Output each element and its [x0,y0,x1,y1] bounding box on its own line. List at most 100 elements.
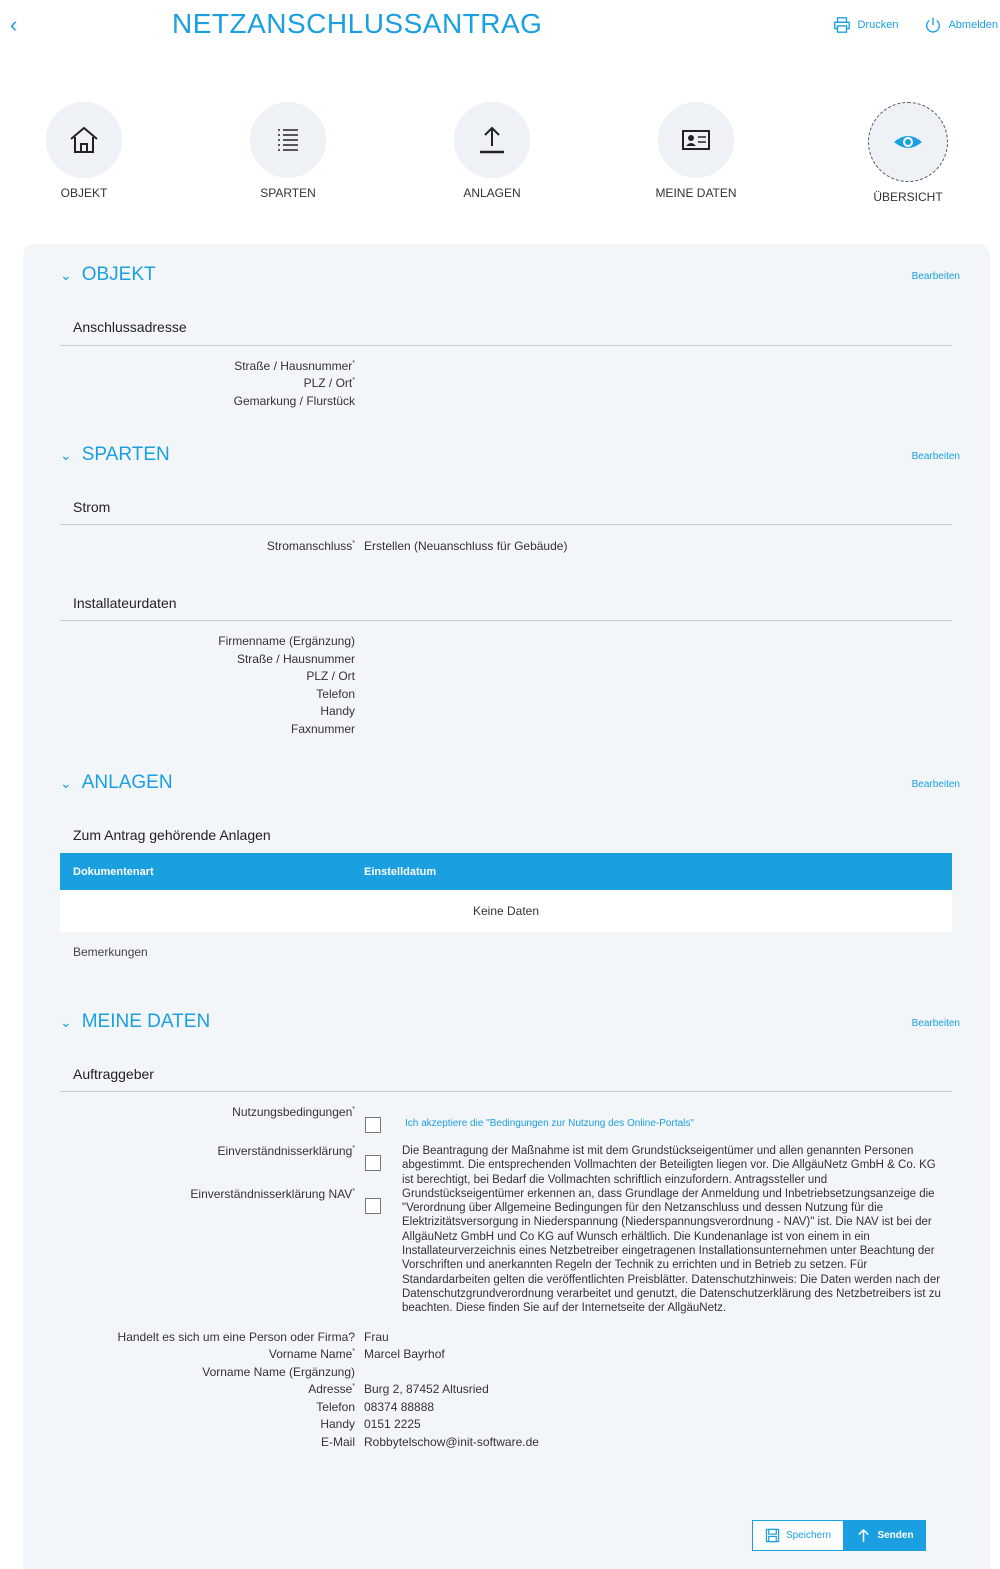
step-label: ÜBERSICHT [873,190,943,204]
section-title: ANLAGEN [81,772,173,793]
field-label: Vorname Name (Ergänzung) [202,1365,355,1379]
field-label: Nutzungsbedingungen* [232,1105,355,1119]
terms-link[interactable]: Ich akzeptiere die "Bedingungen zur Nutz… [405,1118,694,1129]
field-label: Stromanschluss* [266,539,355,553]
field-label: Telefon [316,687,355,701]
action-buttons: Speichern Senden [752,1520,926,1551]
chevron-down-icon: ⌄ [60,446,72,463]
terms-checkbox[interactable] [365,1117,381,1133]
step-meine-daten[interactable]: MEINE DATEN [636,102,756,200]
field-label: Firmenname (Ergänzung) [218,634,355,648]
field-label: Handelt es sich um eine Person oder Firm… [117,1330,355,1344]
section-title: OBJEKT [81,264,156,285]
field-label: Adresse* [308,1382,355,1396]
section-title: MEINE DATEN [81,1011,211,1032]
printer-icon [834,17,851,33]
chevron-down-icon: ⌄ [60,774,72,791]
field-label: E-Mail [320,1435,355,1449]
home-icon [70,126,98,153]
step-label: MEINE DATEN [655,186,737,200]
edit-meine-daten-link[interactable]: Bearbeiten [912,1018,960,1029]
divider [60,1091,952,1092]
chevron-down-icon: ⌄ [60,1013,72,1030]
section-title: SPARTEN [81,444,170,465]
back-chevron-icon[interactable]: ‹ [10,12,17,38]
step-navigation: OBJEKT SPARTEN ANLAGEN MEINE DATEN ÜBERS… [0,102,1000,204]
field-label: Telefon [316,1400,355,1414]
header-actions: Drucken Abmelden [833,16,998,34]
divider [60,524,952,525]
subsection-title: Anschlussadresse [73,319,187,335]
step-circle [250,102,326,178]
field-value: Frau [364,1330,389,1344]
section-sparten-toggle[interactable]: ⌄ SPARTEN [60,444,170,466]
page-title: NETZANSCHLUSSANTRAG [172,8,543,39]
field-value: Robbytelschow@init-software.de [364,1435,539,1449]
arrow-up-icon [858,1528,870,1543]
edit-sparten-link[interactable]: Bearbeiten [912,451,960,462]
field-label: PLZ / Ort* [303,376,355,390]
subsection-title: Installateurdaten [73,595,177,611]
divider [60,620,952,621]
send-label: Senden [877,1530,914,1541]
id-card-icon [682,130,710,150]
print-button[interactable]: Drucken [833,16,898,34]
save-label: Speichern [785,1530,832,1541]
table-header: Dokumentenart Einstelldatum [60,853,952,890]
step-objekt[interactable]: OBJEKT [24,102,144,200]
table-empty-row: Keine Daten [60,890,952,932]
step-label: SPARTEN [260,186,316,200]
subsection-title: Auftraggeber [73,1066,154,1082]
field-label: Einverständnisserklärung NAV* [190,1187,355,1201]
field-value: 0151 2225 [364,1417,421,1431]
power-icon [926,17,941,33]
step-circle [46,102,122,178]
logout-label: Abmelden [948,19,998,31]
step-sparten[interactable]: SPARTEN [228,102,348,200]
step-label: OBJEKT [60,186,108,200]
divider [60,345,952,346]
field-label: Straße / Hausnummer [236,652,355,666]
step-circle [868,102,948,182]
step-anlagen[interactable]: ANLAGEN [432,102,552,200]
field-label: Straße / Hausnummer* [234,359,355,373]
upload-icon [480,126,504,154]
floppy-disk-icon [765,1528,780,1543]
field-label: Vorname Name* [268,1347,355,1361]
edit-objekt-link[interactable]: Bearbeiten [912,271,960,282]
eye-icon [894,136,922,148]
consent-checkbox[interactable] [365,1155,381,1171]
consent-nav-checkbox[interactable] [365,1198,381,1214]
field-value: Marcel Bayrhof [364,1347,445,1361]
step-circle [454,102,530,178]
field-label: Einverständnisserklärung* [217,1144,355,1158]
edit-anlagen-link[interactable]: Bearbeiten [912,779,960,790]
send-button[interactable]: Senden [844,1520,926,1551]
save-button[interactable]: Speichern [752,1520,844,1551]
list-icon [278,129,298,151]
section-objekt-toggle[interactable]: ⌄ OBJEKT [60,264,156,286]
step-circle [658,102,734,178]
print-label: Drucken [857,19,899,31]
field-value: 08374 88888 [364,1400,435,1414]
legal-text: Die Beantragung der Maßnahme ist mit dem… [402,1145,941,1315]
section-anlagen-toggle[interactable]: ⌄ ANLAGEN [60,772,173,794]
remarks-label: Bemerkungen [73,945,148,959]
section-meine-daten-toggle[interactable]: ⌄ MEINE DATEN [60,1011,210,1033]
field-value: Burg 2, 87452 Altusried [364,1382,489,1396]
step-uebersicht[interactable]: ÜBERSICHT [848,102,968,204]
column-header-einstelldatum[interactable]: Einstelldatum [364,866,436,878]
subsection-title: Zum Antrag gehörende Anlagen [73,827,271,843]
header: ‹ NETZANSCHLUSSANTRAG Drucken Abmelden [0,0,1000,50]
field-label: PLZ / Ort [306,669,355,683]
field-label: Handy [320,704,355,718]
field-value: Erstellen (Neuanschluss für Gebäude) [364,539,568,553]
logout-button[interactable]: Abmelden [924,16,998,34]
chevron-down-icon: ⌄ [60,266,72,283]
subsection-title: Strom [73,499,111,515]
field-label: Gemarkung / Flurstück [233,394,355,408]
column-header-dokumentenart[interactable]: Dokumentenart [73,866,154,878]
field-label: Faxnummer [290,722,355,736]
step-label: ANLAGEN [463,186,521,200]
field-label: Handy [320,1417,355,1431]
